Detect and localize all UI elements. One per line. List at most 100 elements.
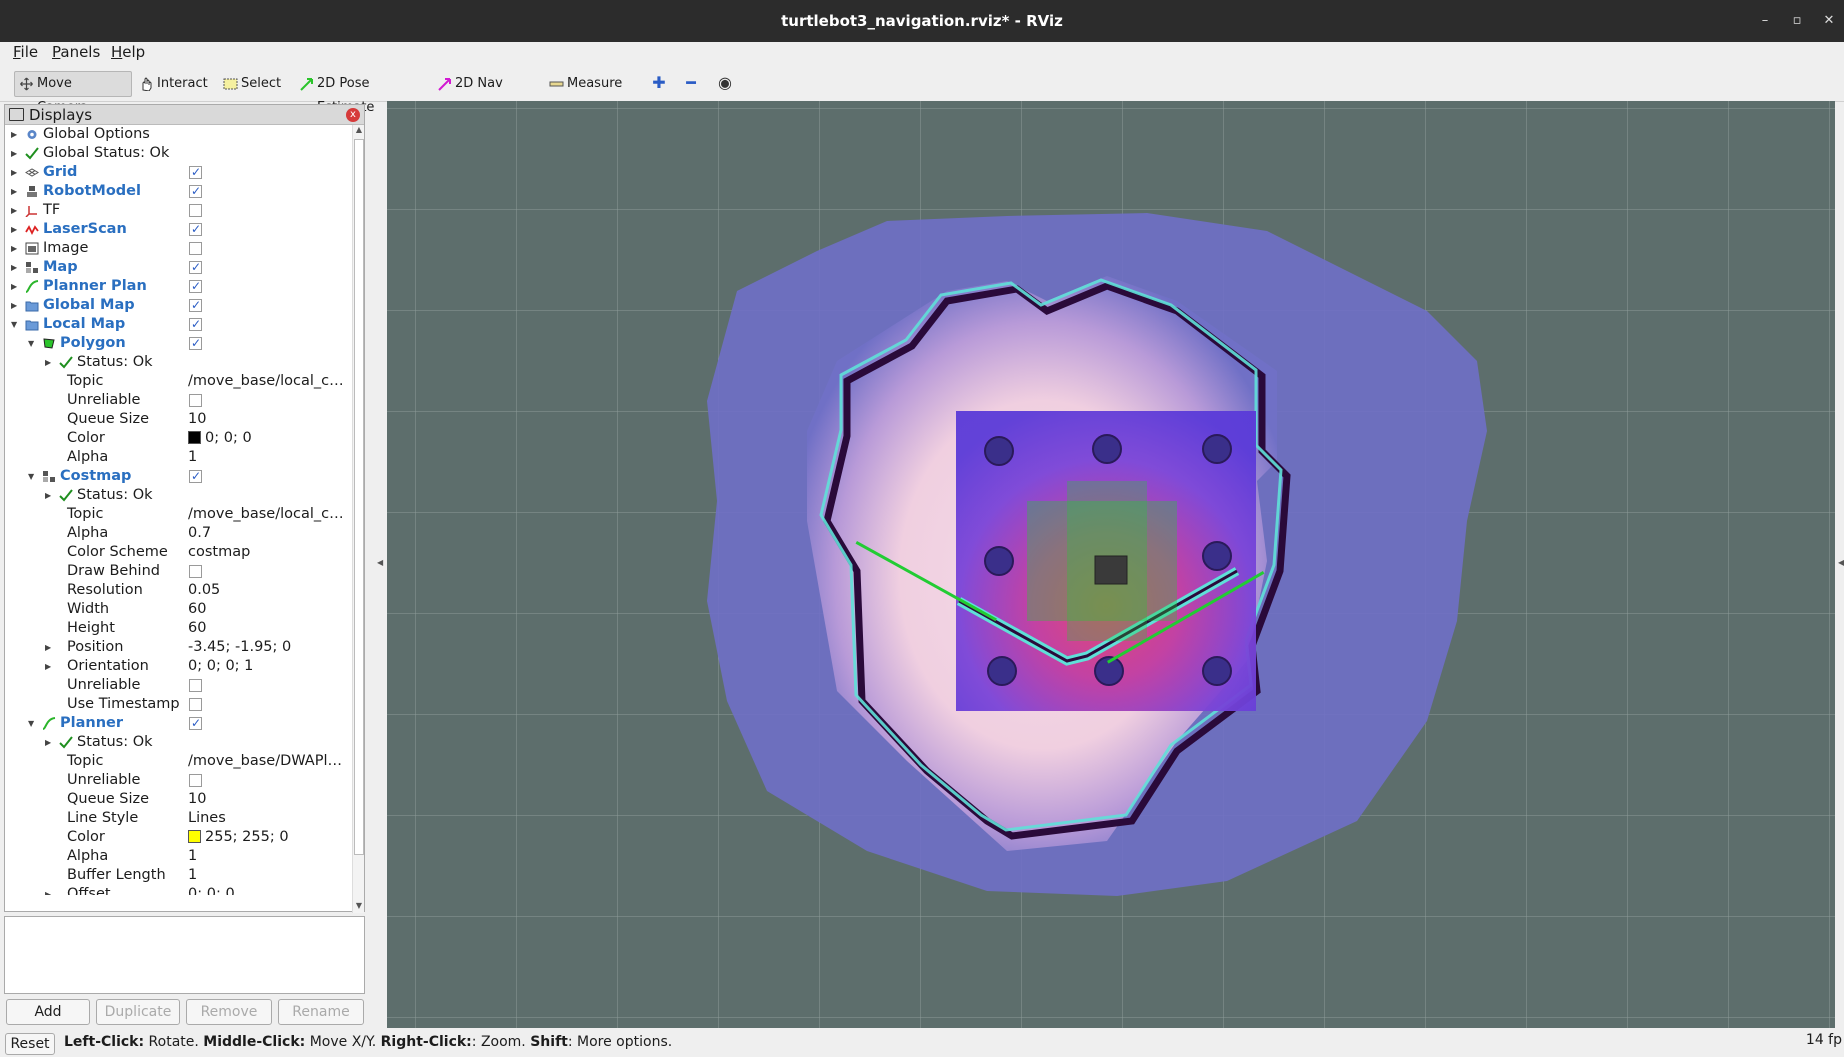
close-window-button[interactable]: ✕ [1818, 10, 1840, 32]
reset-button[interactable]: Reset [5, 1033, 55, 1055]
tree-row[interactable]: Buffer Length 1 [5, 866, 351, 885]
tree-row[interactable]: Alpha 0.7 [5, 524, 351, 543]
tree-row[interactable]: Color Scheme costmap [5, 543, 351, 562]
expand-arrow-right-icon[interactable]: ▶ [11, 296, 21, 315]
move-camera-tool[interactable]: Move Camera [14, 71, 132, 115]
tree-row[interactable]: ▶ Position -3.45; -1.95; 0 [5, 638, 351, 657]
rename-button[interactable]: Rename [278, 999, 364, 1025]
enable-checkbox[interactable] [189, 334, 202, 353]
displays-tree[interactable]: ▶ Global Options ▶ Global Status: Ok ▶ Grid ▶ R… [5, 125, 351, 895]
enable-checkbox[interactable] [189, 394, 202, 407]
tree-row[interactable]: ▶ Image [5, 239, 351, 258]
tree-row[interactable]: ▶ Global Options [5, 125, 351, 144]
property-value[interactable]: -3.45; -1.95; 0 [188, 638, 350, 657]
tree-row[interactable]: ▶ Status: Ok [5, 486, 351, 505]
minimize-button[interactable]: – [1754, 10, 1776, 32]
3d-viewport[interactable] [387, 101, 1835, 1028]
tree-row[interactable]: ▶ RobotModel [5, 182, 351, 201]
tree-row[interactable]: Queue Size 10 [5, 410, 351, 429]
expand-arrow-right-icon[interactable]: ▶ [11, 182, 21, 201]
expand-arrow-down-icon[interactable]: ▼ [11, 315, 21, 334]
expand-arrow-right-icon[interactable]: ▶ [45, 353, 55, 372]
expand-arrow-right-icon[interactable]: ▶ [45, 657, 55, 676]
tree-row[interactable]: ▼ Local Map [5, 315, 351, 334]
tree-row[interactable]: Unreliable [5, 676, 351, 695]
enable-checkbox[interactable] [189, 296, 202, 315]
expand-arrow-right-icon[interactable]: ▶ [45, 733, 55, 752]
tree-row[interactable]: ▶ Planner Plan [5, 277, 351, 296]
menu-help[interactable]: Help [111, 43, 145, 61]
property-value[interactable]: 0; 0; 0 [188, 885, 350, 895]
tree-row[interactable]: Topic/move_base/local_costmap/costmap [5, 505, 351, 524]
expand-arrow-down-icon[interactable]: ▼ [28, 334, 38, 353]
color-swatch[interactable] [188, 431, 201, 444]
enable-checkbox[interactable] [189, 679, 202, 692]
property-value[interactable]: 1 [188, 866, 350, 885]
select-tool[interactable]: Select [218, 71, 281, 97]
tree-row[interactable]: Draw Behind [5, 562, 351, 581]
measure-tool[interactable]: Measure [544, 71, 626, 97]
enable-checkbox[interactable] [189, 277, 202, 296]
scroll-up-icon[interactable]: ▲ [353, 125, 365, 137]
tree-row[interactable]: Alpha 1 [5, 448, 351, 467]
2d-pose-estimate-tool[interactable]: 2D Pose Estimate [294, 71, 414, 115]
enable-checkbox[interactable] [189, 714, 202, 733]
property-value[interactable]: 0; 0; 0; 1 [188, 657, 350, 676]
property-value[interactable]: 1 [188, 448, 350, 467]
property-value[interactable]: /move_base/local_costmap/costmap [188, 505, 350, 524]
tree-row[interactable]: Topic/move_base/DWAPlannerROS/local_plan [5, 752, 351, 771]
property-value[interactable]: 60 [188, 600, 350, 619]
tree-row[interactable]: ▼ Polygon [5, 334, 351, 353]
expand-arrow-down-icon[interactable]: ▼ [28, 714, 38, 733]
tree-row[interactable]: Queue Size 10 [5, 790, 351, 809]
eye-view-icon[interactable]: ◉ [714, 74, 736, 94]
tree-row[interactable]: Resolution 0.05 [5, 581, 351, 600]
property-value[interactable]: 1 [188, 847, 350, 866]
enable-checkbox[interactable] [189, 467, 202, 486]
tree-row[interactable]: ▶ Orientation 0; 0; 0; 1 [5, 657, 351, 676]
tree-row[interactable]: ▶ Global Map [5, 296, 351, 315]
tree-row[interactable]: ▼ Planner [5, 714, 351, 733]
tree-row[interactable]: Color 0; 0; 0 [5, 429, 351, 448]
tree-row[interactable]: ▶ Global Status: Ok [5, 144, 351, 163]
expand-arrow-right-icon[interactable]: ▶ [11, 258, 21, 277]
tree-row[interactable]: ▶ Map [5, 258, 351, 277]
enable-checkbox[interactable] [189, 163, 202, 182]
enable-checkbox[interactable] [189, 565, 202, 578]
tree-row[interactable]: ▶ Status: Ok [5, 733, 351, 752]
property-value[interactable]: /move_base/local_costmap/footprint [188, 372, 350, 391]
tree-row[interactable]: ▶ LaserScan [5, 220, 351, 239]
2d-nav-goal-tool[interactable]: 2D Nav Goal [432, 71, 528, 115]
tree-row[interactable]: ▶ Status: Ok [5, 353, 351, 372]
expand-arrow-right-icon[interactable]: ▶ [45, 638, 55, 657]
tree-row[interactable]: Width 60 [5, 600, 351, 619]
expand-arrow-right-icon[interactable]: ▶ [11, 144, 21, 163]
expand-arrow-right-icon[interactable]: ▶ [11, 201, 21, 220]
property-value[interactable]: 0.7 [188, 524, 350, 543]
tree-row[interactable]: ▼ Costmap [5, 467, 351, 486]
splitter-right-arrow-icon[interactable]: ◀ [1838, 558, 1844, 567]
enable-checkbox[interactable] [189, 774, 202, 787]
enable-checkbox[interactable] [189, 182, 202, 201]
enable-checkbox[interactable] [189, 220, 202, 239]
splitter-left-arrow-icon[interactable]: ◀ [377, 558, 383, 567]
property-value[interactable]: Lines [188, 809, 350, 828]
tree-row[interactable]: Alpha 1 [5, 847, 351, 866]
tree-row[interactable]: ▶ TF [5, 201, 351, 220]
expand-arrow-right-icon[interactable]: ▶ [11, 220, 21, 239]
expand-arrow-down-icon[interactable]: ▼ [28, 467, 38, 486]
zoom-in-icon[interactable]: ✚ [648, 74, 670, 94]
enable-checkbox[interactable] [189, 242, 202, 255]
tree-row[interactable]: Line Style Lines [5, 809, 351, 828]
tree-row[interactable]: Color 255; 255; 0 [5, 828, 351, 847]
property-value[interactable]: 0; 0; 0 [188, 429, 350, 448]
tree-row[interactable]: Use Timestamp [5, 695, 351, 714]
menu-file[interactable]: File [13, 43, 38, 61]
tree-row[interactable]: Unreliable [5, 391, 351, 410]
property-value[interactable]: costmap [188, 543, 350, 562]
expand-arrow-right-icon[interactable]: ▶ [11, 277, 21, 296]
enable-checkbox[interactable] [189, 698, 202, 711]
expand-arrow-right-icon[interactable]: ▶ [11, 239, 21, 258]
enable-checkbox[interactable] [189, 204, 202, 217]
menu-panels[interactable]: Panels [52, 43, 100, 61]
